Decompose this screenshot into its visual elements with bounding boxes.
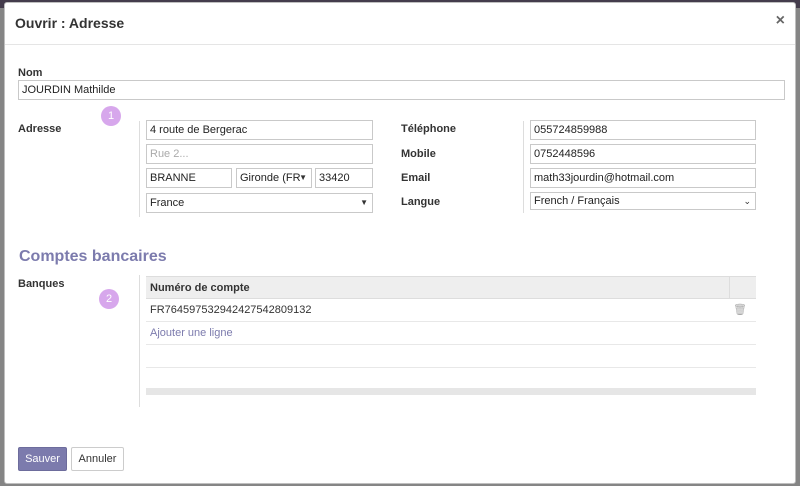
banques-label: Banques xyxy=(18,278,65,290)
trash-icon[interactable]: 🗑 xyxy=(733,303,747,316)
state-select[interactable]: Gironde (FR ▼ xyxy=(236,168,312,188)
field-divider xyxy=(139,275,140,407)
header-separator xyxy=(729,277,730,299)
account-number-header[interactable]: Numéro de compte xyxy=(150,282,250,294)
telephone-input[interactable]: 055724859988 xyxy=(530,120,756,140)
mobile-label: Mobile xyxy=(401,148,436,160)
add-line-link[interactable]: Ajouter une ligne xyxy=(150,327,233,339)
nom-label: Nom xyxy=(18,67,43,79)
account-number-cell: FR7645975329424275428091​32 xyxy=(150,304,312,316)
cancel-button[interactable]: Annuler xyxy=(71,447,124,471)
email-label: Email xyxy=(401,172,431,184)
bank-section-title: Comptes bancaires xyxy=(19,248,167,265)
dialog-title: Ouvrir : Adresse xyxy=(15,15,125,31)
langue-select[interactable]: French / Français ⌄ xyxy=(530,192,756,210)
country-value: France xyxy=(150,197,185,209)
close-icon[interactable]: × xyxy=(776,13,785,29)
caret-down-icon: ▼ xyxy=(360,198,368,207)
field-divider xyxy=(139,121,140,217)
table-footer xyxy=(146,388,756,395)
nom-input[interactable]: JOURDIN Mathilde xyxy=(18,80,785,100)
address-dialog: Ouvrir : Adresse × Nom JOURDIN Mathilde … xyxy=(4,2,796,484)
zip-input[interactable]: 33420 xyxy=(315,168,373,188)
add-line-row: Ajouter une ligne xyxy=(146,322,756,345)
adresse-label: Adresse xyxy=(18,123,62,135)
chevron-down-icon: ⌄ xyxy=(743,196,751,206)
langue-label: Langue xyxy=(401,196,441,208)
country-select[interactable]: France ▼ xyxy=(146,193,373,213)
street2-input[interactable]: Rue 2... xyxy=(146,144,373,164)
step-badge-1: 1 xyxy=(101,106,121,126)
caret-down-icon: ▼ xyxy=(299,173,307,182)
step-badge-2: 2 xyxy=(99,289,119,309)
table-header: Numéro de compte xyxy=(146,276,756,299)
table-row[interactable]: FR7645975329424275428091​32 🗑 xyxy=(146,299,756,322)
state-value: Gironde (FR xyxy=(240,172,301,184)
email-input[interactable]: math33jourdin@hotmail.com xyxy=(530,168,756,188)
street-input[interactable]: 4 route de Bergerac xyxy=(146,120,373,140)
mobile-input[interactable]: 0752448596 xyxy=(530,144,756,164)
empty-row xyxy=(146,345,756,368)
langue-value: French / Français xyxy=(534,195,620,207)
telephone-label: Téléphone xyxy=(401,123,457,135)
dialog-header: Ouvrir : Adresse × xyxy=(5,3,795,45)
field-divider xyxy=(523,121,524,213)
save-button[interactable]: Sauver xyxy=(18,447,67,471)
city-input[interactable]: BRANNE xyxy=(146,168,232,188)
